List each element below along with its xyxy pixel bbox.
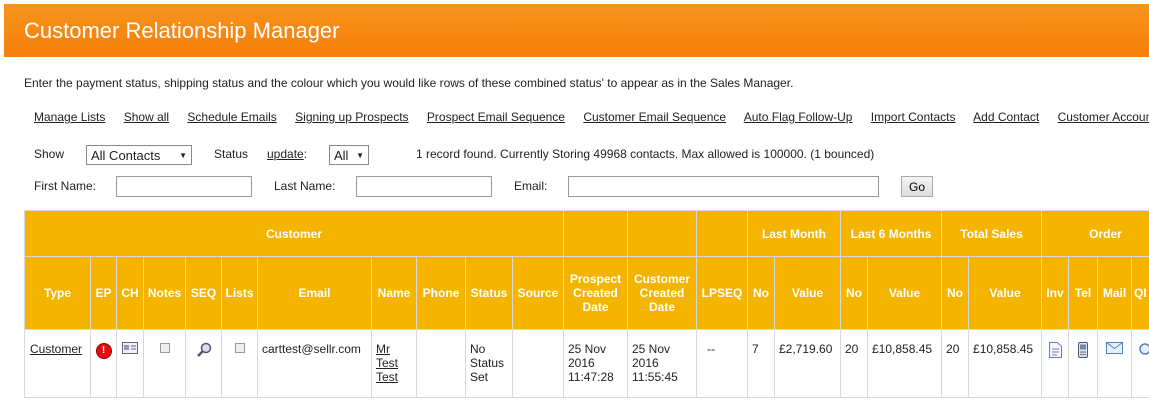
group-blank-3 <box>696 210 748 257</box>
first-name-input[interactable] <box>116 176 252 197</box>
nav-customer-email-sequence[interactable]: Customer Email Sequence <box>583 110 726 124</box>
col-l6-value[interactable]: Value <box>866 256 943 330</box>
status-cell: No Status Set <box>465 329 513 398</box>
type-link[interactable]: Customer <box>30 342 82 356</box>
show-select-value: All Contacts <box>91 148 161 163</box>
page-title: Customer Relationship Manager <box>24 18 340 43</box>
col-type[interactable]: Type <box>24 256 91 330</box>
name-part[interactable]: Mr <box>376 342 390 356</box>
name-part[interactable]: Test <box>376 370 398 384</box>
col-seq[interactable]: SEQ <box>185 256 222 330</box>
lists-checkbox[interactable] <box>234 343 245 353</box>
quote-icon[interactable] <box>1138 342 1149 356</box>
group-blank-2 <box>627 210 697 257</box>
group-order: Order <box>1041 210 1149 257</box>
last-name-input[interactable] <box>356 176 492 197</box>
customer-date-cell: 25 Nov 2016 11:55:45 <box>627 329 697 398</box>
nav-add-contact[interactable]: Add Contact <box>973 110 1039 124</box>
col-customer-created-date[interactable]: Customer Created Date <box>627 256 697 330</box>
col-status[interactable]: Status <box>465 256 513 330</box>
record-info: 1 record found. Currently Storing 49968 … <box>416 147 875 161</box>
intro-text: Enter the payment status, shipping statu… <box>24 76 794 90</box>
alert-icon[interactable]: ! <box>95 343 112 359</box>
name-cell: Mr Test Test <box>371 329 417 398</box>
phone-cell <box>416 329 466 398</box>
col-qi[interactable]: QI <box>1131 256 1149 330</box>
col-ep[interactable]: EP <box>90 256 117 330</box>
contacts-table: Customer Last Month Last 6 Months Total … <box>24 210 1149 398</box>
update-link[interactable]: update <box>267 147 304 161</box>
mail-icon[interactable] <box>1106 342 1124 354</box>
nav-auto-flag-follow-up[interactable]: Auto Flag Follow-Up <box>744 110 853 124</box>
col-notes[interactable]: Notes <box>143 256 186 330</box>
group-blank-1 <box>563 210 628 257</box>
last-name-label: Last Name: <box>274 179 336 193</box>
col-lm-value[interactable]: Value <box>774 256 841 330</box>
update-colon: : <box>303 147 308 161</box>
col-lists[interactable]: Lists <box>221 256 258 330</box>
lm-no-cell: 7 <box>747 329 775 398</box>
col-name[interactable]: Name <box>371 256 417 330</box>
email-input[interactable] <box>568 176 879 197</box>
go-button[interactable]: Go <box>901 176 933 197</box>
col-email[interactable]: Email <box>257 256 372 330</box>
nav-show-all[interactable]: Show all <box>124 110 169 124</box>
ts-value-cell: £10,858.45 <box>968 329 1043 398</box>
email-label: Email: <box>514 179 548 193</box>
first-name-label: First Name: <box>34 179 97 193</box>
group-last-month: Last Month <box>747 210 841 257</box>
phone-icon[interactable] <box>1078 342 1089 358</box>
nav-signing-up-prospects[interactable]: Signing up Prospects <box>295 110 408 124</box>
chevron-down-icon: ▼ <box>356 151 364 160</box>
l6-value-cell: £10,858.45 <box>866 329 943 398</box>
lm-value-cell: £2,719.60 <box>774 329 841 398</box>
group-total-sales: Total Sales <box>941 210 1043 257</box>
notes-checkbox[interactable] <box>159 343 170 353</box>
nav-customer-accounts[interactable]: Customer Accounts <box>1058 110 1149 124</box>
group-customer: Customer <box>24 210 564 257</box>
l6-no-cell: 20 <box>840 329 868 398</box>
nav-import-contacts[interactable]: Import Contacts <box>871 110 956 124</box>
nav-schedule-emails[interactable]: Schedule Emails <box>187 110 276 124</box>
group-last-6-months: Last 6 Months <box>839 210 943 257</box>
chevron-down-icon: ▼ <box>179 151 187 160</box>
nav-manage-lists[interactable]: Manage Lists <box>34 110 105 124</box>
status-select-value: All <box>334 148 349 163</box>
show-label: Show <box>34 147 65 161</box>
col-lpseq[interactable]: LPSEQ <box>696 256 748 330</box>
lpseq-cell: -- <box>696 329 748 398</box>
prospect-date-cell: 25 Nov 2016 11:47:28 <box>563 329 628 398</box>
nav-prospect-email-sequence[interactable]: Prospect Email Sequence <box>427 110 565 124</box>
update-wrap: update: <box>267 147 307 161</box>
col-ts-value[interactable]: Value <box>968 256 1043 330</box>
nav-links: Manage Lists Show all Schedule Emails Si… <box>34 110 1149 124</box>
ts-no-cell: 20 <box>941 329 970 398</box>
status-select[interactable]: All ▼ <box>329 145 369 165</box>
col-source[interactable]: Source <box>512 256 564 330</box>
magnifier-icon[interactable] <box>196 342 212 358</box>
col-lm-no[interactable]: No <box>747 256 775 330</box>
col-tel[interactable]: Tel <box>1068 256 1099 330</box>
show-select[interactable]: All Contacts ▼ <box>86 145 192 165</box>
col-ts-no[interactable]: No <box>941 256 970 330</box>
app-header: Customer Relationship Manager <box>4 4 1149 57</box>
ch-cell <box>116 329 144 398</box>
name-part[interactable]: Test <box>376 356 398 370</box>
source-cell <box>512 329 564 398</box>
card-icon[interactable] <box>122 342 138 354</box>
col-ch[interactable]: CH <box>116 256 144 330</box>
col-prospect-created-date[interactable]: Prospect Created Date <box>563 256 628 330</box>
col-mail[interactable]: Mail <box>1097 256 1133 330</box>
status-label: Status <box>214 147 249 161</box>
col-phone[interactable]: Phone <box>416 256 466 330</box>
invoice-icon[interactable] <box>1048 342 1062 358</box>
col-inv[interactable]: Inv <box>1041 256 1070 330</box>
col-l6-no[interactable]: No <box>840 256 868 330</box>
email-cell: carttest@sellr.com <box>257 329 372 398</box>
table-row: Customer ! carttest@sellr.com Mr Test Te… <box>24 329 1149 398</box>
